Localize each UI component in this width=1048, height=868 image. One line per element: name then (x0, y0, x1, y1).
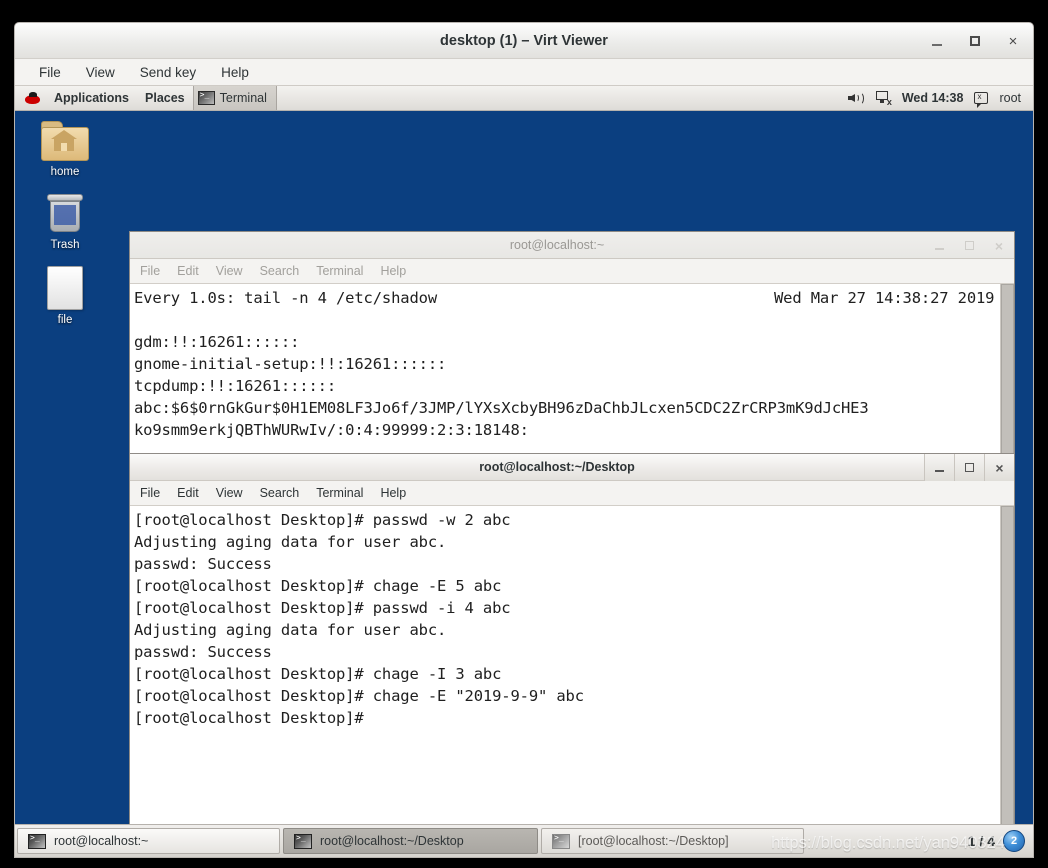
terminal-line: [root@localhost Desktop]# chage -E "2019… (134, 687, 584, 705)
desktop-icon-home[interactable]: home (22, 121, 108, 178)
workspace-switcher[interactable]: 1 / 4 2 (968, 830, 1031, 852)
applications-menu[interactable]: Applications (46, 86, 137, 110)
close-icon[interactable]: × (984, 454, 1014, 481)
minimize-icon[interactable] (924, 232, 954, 259)
desktop-icon-label: home (50, 166, 80, 178)
close-icon[interactable]: × (984, 232, 1014, 259)
redhat-logo-icon (25, 91, 40, 105)
terminal-window-controls: × (924, 454, 1014, 481)
terminal-line: [root@localhost Desktop]# passwd -w 2 ab… (134, 511, 511, 529)
terminal-icon (294, 833, 312, 849)
virt-viewer-window: desktop (1) – Virt Viewer × File View Se… (14, 22, 1034, 858)
menu-send-key[interactable]: Send key (138, 64, 198, 81)
menu-edit[interactable]: Edit (177, 264, 199, 278)
file-icon (43, 265, 87, 311)
terminal-window-controls: × (924, 232, 1014, 259)
maximize-icon[interactable] (967, 33, 983, 49)
taskbar-item-label: root@localhost:~/Desktop (320, 834, 464, 848)
home-folder-icon (41, 121, 89, 163)
panel-window-label: Terminal (219, 91, 267, 105)
minimize-icon[interactable] (929, 33, 945, 49)
taskbar-item-desktop[interactable]: root@localhost:~/Desktop (283, 828, 538, 854)
desktop-icon-trash[interactable]: Trash (22, 192, 108, 251)
watch-header-right: Wed Mar 27 14:38:27 2019 (774, 289, 995, 307)
menu-help[interactable]: Help (380, 486, 406, 500)
virt-viewer-window-controls: × (929, 23, 1021, 59)
terminal-output: [root@localhost Desktop]# passwd -w 2 ab… (130, 506, 1000, 857)
terminal-line: [root@localhost Desktop]# chage -I 3 abc (134, 665, 502, 683)
terminal-line: passwd: Success (134, 643, 272, 661)
terminal-line: Adjusting aging data for user abc. (134, 533, 447, 551)
desktop-icon-file[interactable]: file (22, 265, 108, 326)
panel-window-terminal[interactable]: Terminal (192, 86, 277, 110)
menu-search[interactable]: Search (260, 486, 300, 500)
terminal-icon (28, 833, 46, 849)
gnome-top-panel: Applications Places Terminal x Wed 14:38… (15, 86, 1033, 111)
panel-username[interactable]: root (999, 91, 1021, 105)
terminal-line: ko9smm9erkjQBThWURwIv/:0:4:99999:2:3:181… (134, 421, 529, 439)
terminal-title: root@localhost:~/Desktop (479, 460, 635, 474)
desktop-icon-label: Trash (50, 239, 80, 251)
workspace-label: 1 / 4 (967, 833, 995, 849)
menu-terminal[interactable]: Terminal (316, 486, 363, 500)
menu-help[interactable]: Help (380, 264, 406, 278)
menu-file[interactable]: File (140, 486, 160, 500)
terminal-line: [root@localhost Desktop]# chage -E 5 abc (134, 577, 502, 595)
network-display-icon[interactable]: x (875, 91, 892, 107)
terminal-scrollbar[interactable] (1000, 506, 1014, 857)
maximize-icon[interactable] (954, 454, 984, 481)
terminal-line: passwd: Success (134, 555, 272, 573)
terminal-line: abc:$6$0rnGkGur$0H1EM08LF3Jo6f/3JMP/lYXs… (134, 399, 869, 417)
speaker-icon[interactable] (847, 91, 864, 105)
taskbar-item-shadow-watch[interactable]: root@localhost:~ (17, 828, 280, 854)
menu-edit[interactable]: Edit (177, 486, 199, 500)
menu-terminal[interactable]: Terminal (316, 264, 363, 278)
terminal-line: tcpdump:!!:16261:::::: (134, 377, 336, 395)
minimize-icon[interactable] (924, 454, 954, 481)
menu-search[interactable]: Search (260, 264, 300, 278)
menu-view[interactable]: View (216, 264, 243, 278)
virt-viewer-titlebar: desktop (1) – Virt Viewer × (15, 23, 1033, 59)
terminal-titlebar: root@localhost:~/Desktop × (130, 454, 1014, 481)
virt-viewer-menubar: File View Send key Help (15, 59, 1033, 86)
terminal-window-desktop[interactable]: root@localhost:~/Desktop × File Edit Vie… (129, 453, 1015, 857)
user-icon[interactable]: x (974, 92, 989, 108)
terminal-icon (552, 833, 570, 849)
terminal-menubar: File Edit View Search Terminal Help (130, 259, 1014, 284)
menu-help[interactable]: Help (219, 64, 251, 81)
taskbar: root@localhost:~ root@localhost:~/Deskto… (15, 824, 1033, 857)
close-icon[interactable]: × (1005, 33, 1021, 49)
panel-clock[interactable]: Wed 14:38 (902, 91, 964, 105)
terminal-titlebar: root@localhost:~ × (130, 232, 1014, 259)
terminal-line: [root@localhost Desktop]# (134, 709, 364, 727)
terminal-body[interactable]: [root@localhost Desktop]# passwd -w 2 ab… (130, 506, 1014, 857)
menu-view[interactable]: View (84, 64, 117, 81)
terminal-line: gnome-initial-setup:!!:16261:::::: (134, 355, 447, 373)
panel-right-group: x Wed 14:38 x root (847, 86, 1033, 110)
places-menu[interactable]: Places (137, 86, 193, 110)
menu-file[interactable]: File (37, 64, 63, 81)
guest-desktop: Applications Places Terminal x Wed 14:38… (15, 86, 1033, 857)
desktop-icon-label: file (57, 314, 73, 326)
terminal-title: root@localhost:~ (509, 238, 605, 252)
terminal-line: gdm:!!:16261:::::: (134, 333, 300, 351)
workspace-indicator-icon[interactable]: 2 (1003, 830, 1025, 852)
taskbar-item-desktop-minimized[interactable]: [root@localhost:~/Desktop] (541, 828, 804, 854)
maximize-icon[interactable] (954, 232, 984, 259)
trash-icon (45, 192, 85, 236)
menu-view[interactable]: View (216, 486, 243, 500)
virt-viewer-title: desktop (1) – Virt Viewer (440, 33, 608, 49)
taskbar-item-label: [root@localhost:~/Desktop] (578, 834, 729, 848)
menu-file[interactable]: File (140, 264, 160, 278)
terminal-line: Adjusting aging data for user abc. (134, 621, 447, 639)
terminal-menubar: File Edit View Search Terminal Help (130, 481, 1014, 506)
watch-header-left: Every 1.0s: tail -n 4 /etc/shadow (134, 289, 437, 307)
desktop-icon-list: home Trash file (15, 111, 115, 326)
taskbar-item-label: root@localhost:~ (54, 834, 149, 848)
panel-left-group: Applications Places Terminal (15, 86, 277, 110)
terminal-line: [root@localhost Desktop]# passwd -i 4 ab… (134, 599, 511, 617)
terminal-icon (197, 90, 215, 105)
